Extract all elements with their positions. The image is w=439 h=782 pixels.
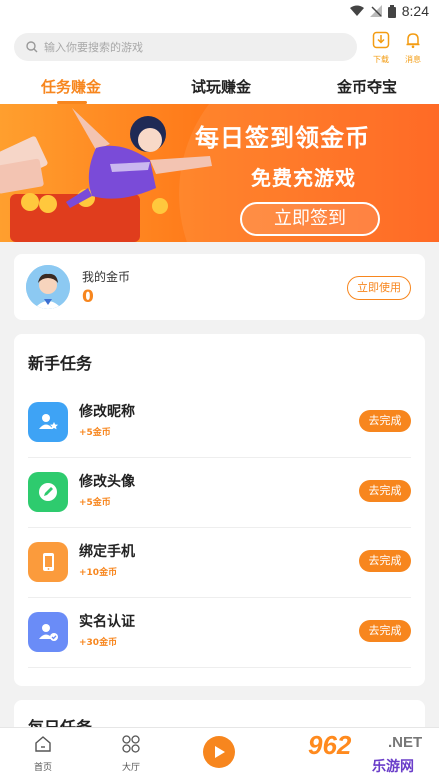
avatar[interactable]: [26, 265, 70, 309]
grid-icon: [122, 735, 140, 753]
banner-illustration: [0, 108, 212, 242]
watermark-main: 962: [308, 730, 352, 760]
task-complete-button[interactable]: 去完成: [359, 550, 411, 572]
tab-bar: 任务赚金 试玩赚金 金币夺宝: [0, 74, 439, 104]
bell-icon: [406, 33, 420, 49]
download-label: 下载: [373, 55, 389, 64]
header: 输入你要搜索的游戏 下载 消息 任务赚金 试玩赚金 金币夺宝: [0, 24, 439, 104]
home-icon: [35, 736, 51, 752]
task-reward: +5金币: [79, 428, 111, 438]
download-icon: [372, 31, 390, 49]
task-name: 修改头像: [79, 474, 135, 490]
task-reward: +10金币: [79, 568, 118, 578]
use-coins-button[interactable]: 立即使用: [347, 276, 411, 300]
message-button[interactable]: 消息: [400, 31, 426, 65]
nav-hall-label: 大厅: [121, 763, 140, 773]
search-input[interactable]: 输入你要搜索的游戏: [44, 39, 143, 55]
watermark-net: .NET: [388, 734, 423, 751]
task-row: 绑定手机 +10金币 去完成: [28, 528, 411, 598]
task-name: 绑定手机: [79, 544, 135, 560]
watermark-sub: 乐游网: [372, 759, 414, 775]
signin-button[interactable]: 立即签到: [240, 202, 380, 236]
tab-task-earn[interactable]: 任务赚金: [41, 76, 101, 97]
tab-coin-treasure[interactable]: 金币夺宝: [337, 76, 397, 97]
user-avatar-icon: [26, 265, 70, 309]
no-signal-icon: [369, 5, 382, 17]
message-label: 消息: [405, 55, 421, 64]
novice-task-card: 新手任务 修改昵称 +5金币 去完成 修改头像 +5金币 去完成 绑定手机 +1…: [14, 334, 425, 686]
task-complete-button[interactable]: 去完成: [359, 480, 411, 502]
battery-icon: [387, 4, 396, 18]
watermark-logo: 962 .NET 乐游网: [300, 730, 436, 778]
pencil-icon: [28, 472, 68, 512]
coin-card: 我的金币 0 立即使用: [14, 254, 425, 320]
play-icon: [215, 746, 225, 758]
banner-subtitle: 免费充游戏: [251, 166, 356, 190]
coin-value: 0: [82, 287, 94, 307]
task-row: 实名认证 +30金币 去完成: [28, 598, 411, 668]
novice-task-title: 新手任务: [28, 354, 93, 373]
task-row: 修改头像 +5金币 去完成: [28, 458, 411, 528]
user-star-icon: [28, 402, 68, 442]
tab-trial-earn[interactable]: 试玩赚金: [191, 76, 251, 97]
task-row: 修改昵称 +5金币 去完成: [28, 388, 411, 458]
coin-label: 我的金币: [82, 270, 131, 284]
nav-home[interactable]: 首页: [18, 734, 68, 773]
banner-title: 每日签到领金币: [195, 124, 370, 152]
status-time: 8:24: [401, 3, 429, 19]
nav-home-label: 首页: [33, 763, 52, 773]
search-icon: [26, 41, 38, 53]
phone-icon: [28, 542, 68, 582]
wifi-icon: [349, 5, 364, 16]
download-button[interactable]: 下载: [368, 31, 394, 65]
user-check-icon: [28, 612, 68, 652]
task-reward: +30金币: [79, 638, 118, 648]
task-complete-button[interactable]: 去完成: [359, 620, 411, 642]
task-name: 修改昵称: [79, 404, 135, 420]
task-complete-button[interactable]: 去完成: [359, 410, 411, 432]
nav-hall[interactable]: 大厅: [106, 734, 156, 773]
nav-play-button[interactable]: [203, 736, 235, 768]
search-bar[interactable]: 输入你要搜索的游戏: [14, 33, 357, 61]
signin-banner[interactable]: 每日签到领金币 免费充游戏 立即签到: [0, 104, 439, 242]
status-bar: 8:24: [0, 0, 439, 24]
task-reward: +5金币: [79, 498, 111, 508]
task-name: 实名认证: [79, 614, 135, 630]
